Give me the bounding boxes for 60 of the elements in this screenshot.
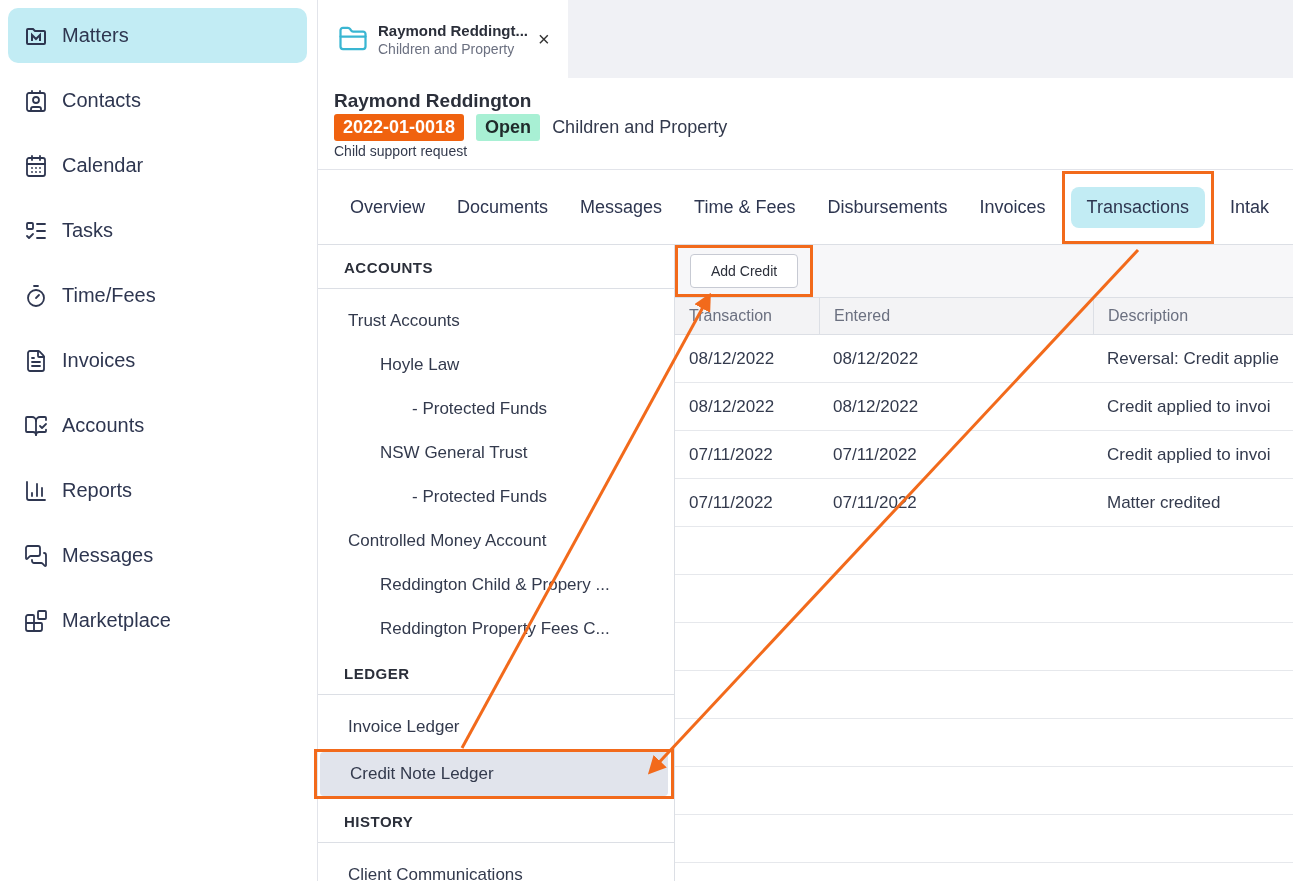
- table-cell: 07/11/2022: [675, 431, 819, 479]
- blocks-icon: [24, 608, 48, 633]
- sidebar-item[interactable]: Contacts: [8, 73, 307, 128]
- table-cell: Matter credited: [1093, 479, 1293, 527]
- sidebar-item[interactable]: Invoices: [8, 333, 307, 388]
- table-cell: 07/11/2022: [675, 479, 819, 527]
- account-tree-item[interactable]: NSW General Trust: [318, 431, 674, 475]
- table-cell: Credit applied to invoi: [1093, 383, 1293, 431]
- speech-bubbles-icon: [24, 543, 48, 568]
- tab[interactable]: Transactions: [1070, 186, 1205, 228]
- matter-type: Children and Property: [552, 117, 728, 138]
- tab[interactable]: Overview: [334, 186, 441, 228]
- bar-chart-icon: [24, 478, 48, 503]
- account-tree-item[interactable]: Hoyle Law: [318, 343, 674, 387]
- sidebar-item[interactable]: Tasks: [8, 203, 307, 258]
- table-cell: 08/12/2022: [675, 383, 819, 431]
- status-badge: Open: [476, 114, 541, 141]
- table-cell: 08/12/2022: [675, 335, 819, 383]
- account-tree-item[interactable]: - Protected Funds: [318, 475, 674, 519]
- sidebar-item[interactable]: Messages: [8, 528, 307, 583]
- sidebar-item[interactable]: Reports: [8, 463, 307, 518]
- table-cell: 08/12/2022: [819, 335, 1093, 383]
- column-header[interactable]: Description: [1093, 297, 1293, 335]
- account-tree-item[interactable]: Invoice Ledger: [318, 705, 674, 749]
- table-cell: Reversal: Credit applie: [1093, 335, 1293, 383]
- column-header[interactable]: Entered: [819, 297, 1093, 335]
- close-button[interactable]: ×: [538, 27, 550, 51]
- sidebar-item[interactable]: Calendar: [8, 138, 307, 193]
- client-name: Raymond Reddington: [334, 90, 533, 112]
- account-tree-item[interactable]: - Protected Funds: [318, 387, 674, 431]
- account-tree-item[interactable]: Trust Accounts: [318, 299, 674, 343]
- section-heading: ACCOUNTS: [318, 245, 674, 289]
- add-credit-button[interactable]: Add Credit: [690, 254, 799, 288]
- section-heading: LEDGER: [318, 651, 674, 695]
- tab[interactable]: Invoices: [963, 186, 1062, 228]
- matter-description: Child support request: [334, 143, 469, 159]
- document-icon: [24, 348, 48, 373]
- tab[interactable]: Disbursements: [811, 186, 964, 228]
- account-tree-item[interactable]: Client Communications: [318, 853, 674, 881]
- account-tree-item[interactable]: Controlled Money Account: [318, 519, 674, 563]
- tab[interactable]: Messages: [564, 186, 679, 228]
- sidebar-item[interactable]: Time/Fees: [8, 268, 307, 323]
- tab[interactable]: Documents: [441, 186, 565, 228]
- stopwatch-icon: [24, 283, 48, 308]
- tab-title: Raymond Reddingt...: [378, 21, 528, 39]
- contact-card-icon: [24, 88, 48, 113]
- sidebar-item[interactable]: Accounts: [8, 398, 307, 453]
- account-tree-item[interactable]: Credit Note Ledger: [320, 752, 668, 796]
- sidebar-item[interactable]: Marketplace: [8, 593, 307, 648]
- calendar-icon: [24, 153, 48, 178]
- book-check-icon: [24, 413, 48, 438]
- table-cell: 07/11/2022: [819, 431, 1093, 479]
- matter-number: 2022-01-0018: [334, 114, 465, 141]
- section-heading: HISTORY: [318, 799, 674, 843]
- tab-subtitle: Children and Property: [378, 40, 516, 57]
- table-cell: 08/12/2022: [819, 383, 1093, 431]
- sidebar-item[interactable]: Matters: [8, 8, 307, 63]
- table-cell: Credit applied to invoi: [1093, 431, 1293, 479]
- tab[interactable]: Intak: [1213, 186, 1285, 228]
- tab[interactable]: Time & Fees: [678, 186, 812, 228]
